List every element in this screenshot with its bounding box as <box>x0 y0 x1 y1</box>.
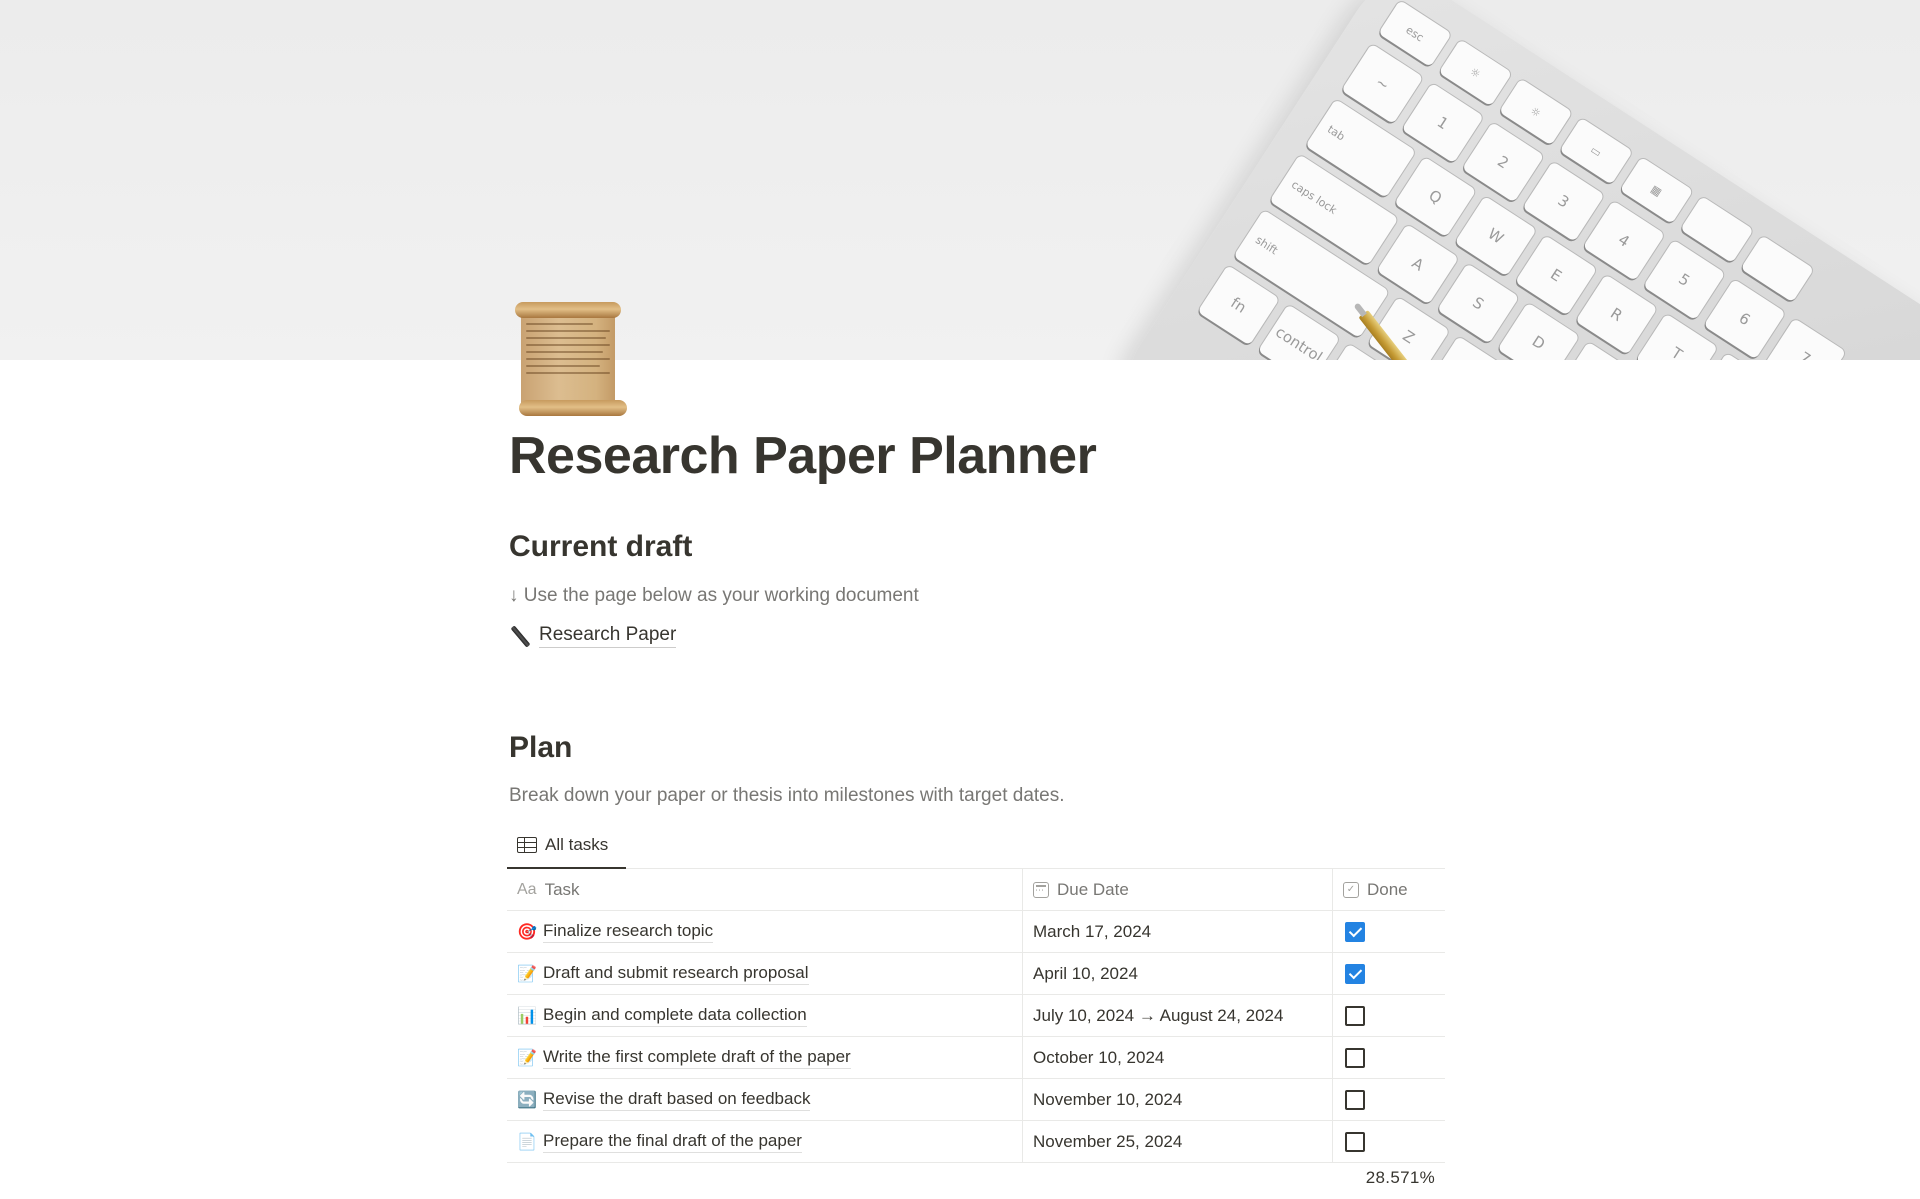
plan-heading: Plan <box>509 731 573 764</box>
task-cell[interactable]: 🔄 Revise the draft based on feedback <box>507 1079 1023 1120</box>
due-date-value: November 10, 2024 <box>1033 1089 1183 1109</box>
done-checkbox[interactable] <box>1345 921 1365 942</box>
table-row: 📊 Begin and complete data collection July … <box>507 995 1445 1037</box>
database-view-tabs: All tasks <box>507 823 1445 869</box>
refresh-icon: 🔄 <box>517 1090 537 1109</box>
tab-all-tasks[interactable]: All tasks <box>507 823 626 869</box>
done-checkbox[interactable] <box>1345 1005 1365 1026</box>
task-title[interactable]: Begin and complete data collection <box>543 1004 807 1027</box>
due-date-cell[interactable]: March 17, 2024 <box>1023 911 1333 952</box>
done-cell <box>1333 995 1445 1036</box>
task-title[interactable]: Draft and submit research proposal <box>543 962 809 985</box>
scroll-icon[interactable] <box>513 300 627 418</box>
done-cell <box>1333 953 1445 994</box>
tab-all-tasks-label: All tasks <box>545 835 609 854</box>
plan-description: Break down your paper or thesis into mil… <box>509 785 1065 806</box>
due-date-value: October 10, 2024 <box>1033 1047 1165 1067</box>
done-checkbox[interactable] <box>1345 1089 1365 1110</box>
table-header: Aa Task Due Date ✓ Done <box>507 869 1445 911</box>
done-checkbox[interactable] <box>1345 1131 1365 1152</box>
column-header-done-label: Done <box>1367 879 1408 899</box>
done-cell <box>1333 1079 1445 1120</box>
target-icon: 🎯 <box>517 922 537 941</box>
done-checkbox[interactable] <box>1345 1047 1365 1068</box>
document-icon: 📄 <box>517 1132 537 1151</box>
due-date-value: July 10, 2024 → August 24, 2024 <box>1033 1005 1284 1025</box>
memo-icon: 📝 <box>517 964 537 983</box>
due-date-cell[interactable]: July 10, 2024 → August 24, 2024 <box>1023 995 1333 1036</box>
done-calculation[interactable]: 28.571% <box>507 1157 1445 1199</box>
due-date-cell[interactable]: April 10, 2024 <box>1023 953 1333 994</box>
due-date-value: March 17, 2024 <box>1033 921 1152 941</box>
calendar-icon <box>1033 881 1049 898</box>
task-cell[interactable]: 📝 Write the first complete draft of the p… <box>507 1037 1023 1078</box>
page-title: Research Paper Planner <box>509 427 1097 485</box>
checkbox-property-icon: ✓ <box>1343 881 1359 898</box>
table-icon <box>517 837 537 853</box>
due-date-cell[interactable]: November 25, 2024 <box>1023 1121 1333 1162</box>
column-header-task-label: Task <box>544 879 580 899</box>
research-paper-link[interactable]: Research Paper <box>509 623 677 648</box>
done-cell <box>1333 911 1445 952</box>
research-paper-link-label: Research Paper <box>539 623 677 648</box>
done-checkbox[interactable] <box>1345 963 1365 984</box>
table-row: 📝 Write the first complete draft of the p… <box>507 1037 1445 1079</box>
current-draft-hint: ↓ Use the page below as your working doc… <box>509 585 919 606</box>
due-date-value: November 25, 2024 <box>1033 1131 1183 1151</box>
task-cell[interactable]: 📊 Begin and complete data collection <box>507 995 1023 1036</box>
table-row: 🔄 Revise the draft based on feedback Novem… <box>507 1079 1445 1121</box>
task-cell[interactable]: 📄 Prepare the final draft of the paper <box>507 1121 1023 1162</box>
tasks-table: Aa Task Due Date ✓ Done 🎯 Finalize resear… <box>507 869 1445 1163</box>
text-property-icon: Aa <box>517 880 537 898</box>
current-draft-heading: Current draft <box>509 530 693 563</box>
column-header-task[interactable]: Aa Task <box>507 869 1023 910</box>
task-cell[interactable]: 📝 Draft and submit research proposal <box>507 953 1023 994</box>
keyboard-image: esc☼☼▭▦ ~1234567 tabQWERTY caps lockASDF… <box>1106 0 1920 360</box>
task-title[interactable]: Finalize research topic <box>543 920 714 943</box>
due-date-cell[interactable]: November 10, 2024 <box>1023 1079 1333 1120</box>
done-cell <box>1333 1037 1445 1078</box>
task-cell[interactable]: 🎯 Finalize research topic <box>507 911 1023 952</box>
column-header-done[interactable]: ✓ Done <box>1333 869 1445 910</box>
task-title[interactable]: Revise the draft based on feedback <box>543 1088 811 1111</box>
done-cell <box>1333 1121 1445 1162</box>
column-header-due-date-label: Due Date <box>1057 879 1129 899</box>
memo-icon: 📝 <box>517 1048 537 1067</box>
column-header-due-date[interactable]: Due Date <box>1023 869 1333 910</box>
bar-chart-icon: 📊 <box>517 1006 537 1025</box>
due-date-cell[interactable]: October 10, 2024 <box>1023 1037 1333 1078</box>
due-date-value: April 10, 2024 <box>1033 963 1138 983</box>
fountain-pen-icon <box>509 625 531 647</box>
task-title[interactable]: Prepare the final draft of the paper <box>543 1130 802 1153</box>
table-row: 🎯 Finalize research topic March 17, 2024 <box>507 911 1445 953</box>
page-cover: esc☼☼▭▦ ~1234567 tabQWERTY caps lockASDF… <box>0 0 1920 360</box>
table-row: 📝 Draft and submit research proposal April… <box>507 953 1445 995</box>
task-title[interactable]: Write the first complete draft of the pa… <box>543 1046 851 1069</box>
